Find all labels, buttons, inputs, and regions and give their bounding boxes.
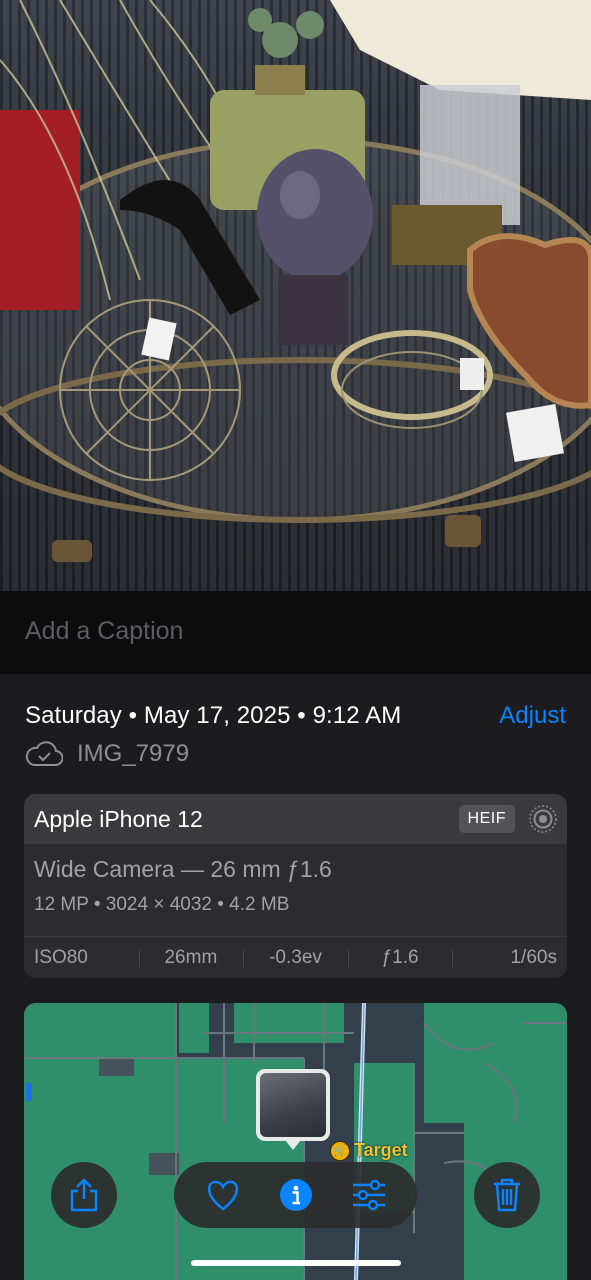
pin-thumbnail [260,1073,326,1137]
camera-card-header: Apple iPhone 12 HEIF [24,794,567,844]
exif-aperture: ƒ1.6 [347,947,453,969]
delete-button[interactable] [474,1162,540,1228]
poi-marker[interactable]: 🛒 Target [330,1140,408,1161]
share-icon [70,1178,98,1212]
exif-iso: ISO80 [34,947,88,968]
favorite-button[interactable] [203,1175,243,1215]
adjust-date-button[interactable]: Adjust [499,702,566,730]
info-icon [279,1179,312,1211]
share-button[interactable] [51,1162,117,1228]
filename-label: IMG_7979 [77,740,190,767]
shopping-cart-icon: 🛒 [330,1140,350,1161]
exif-exposure-bias: -0.3ev [243,947,348,969]
home-indicator[interactable] [191,1260,401,1266]
poi-label: Target [354,1140,408,1160]
toolbar-group [174,1162,417,1228]
format-badge: HEIF [458,805,515,833]
file-row: IMG_7979 [25,740,189,768]
icloud-check-icon [25,741,63,766]
photo-content [0,0,591,562]
trash-icon [494,1178,520,1212]
adjust-sliders-icon [352,1179,385,1211]
adjust-button[interactable] [349,1175,389,1215]
heart-icon [207,1180,238,1211]
lens-info-label: Wide Camera — 26 mm ƒ1.6 [34,856,332,882]
image-specs-label: 12 MP • 3024 × 4032 • 4.2 MB [34,894,290,915]
info-button[interactable] [276,1175,316,1215]
exif-focal-length: 26mm [138,947,244,969]
camera-model-label: Apple iPhone 12 [34,806,203,832]
photo-view[interactable] [0,0,591,591]
caption-area [0,591,591,674]
live-photo-icon[interactable] [528,804,558,834]
photo-location-pin[interactable] [256,1069,330,1150]
location-map[interactable]: 🛒 Target [24,1003,567,1280]
camera-info-card: Apple iPhone 12 HEIF Wide Camera — 26 mm… [24,794,567,978]
exif-row: ISO80 26mm -0.3ev ƒ1.6 1/60s [24,936,567,978]
caption-input[interactable] [25,611,565,651]
date-time-label: Saturday • May 17, 2025 • 9:12 AM [25,702,402,729]
exif-shutter-speed: 1/60s [452,947,567,969]
